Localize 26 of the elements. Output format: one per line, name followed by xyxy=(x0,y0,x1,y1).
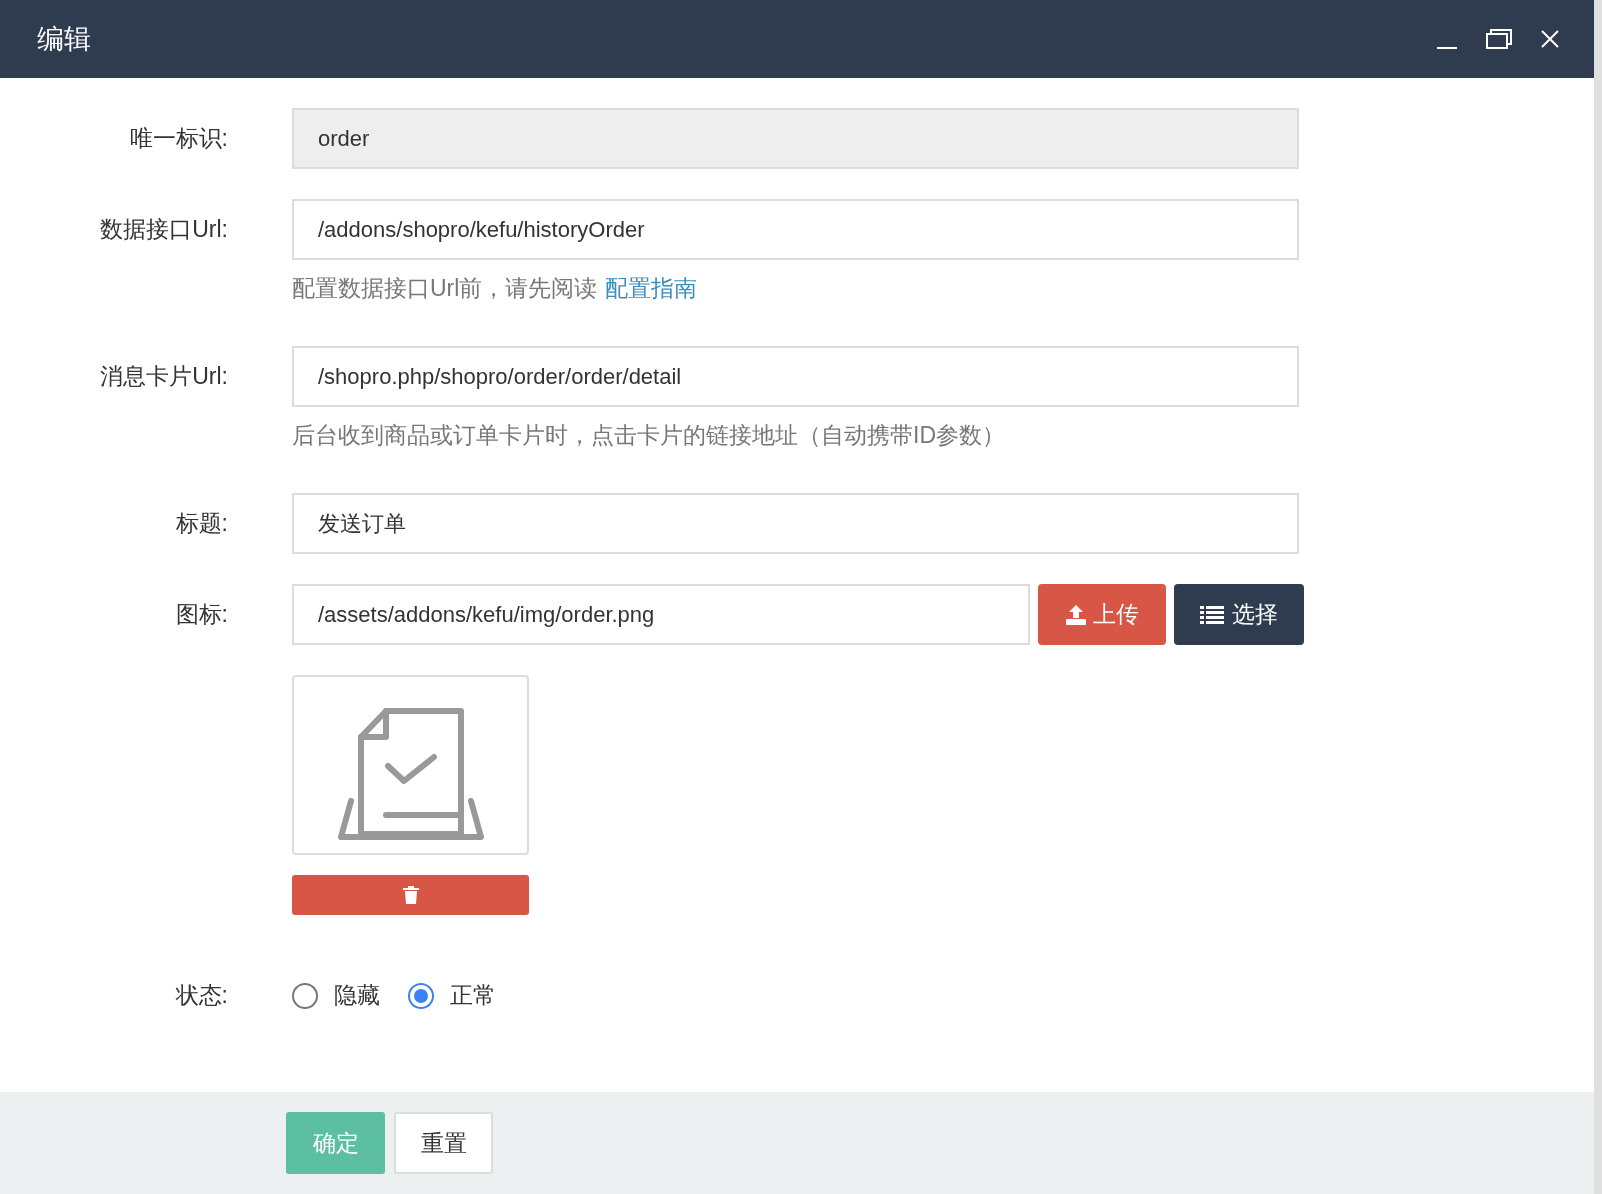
close-icon[interactable] xyxy=(1540,29,1560,49)
input-field[interactable]: /shopro.php/shopro/order/order/detail xyxy=(292,346,1299,407)
window-title: 编辑 xyxy=(37,22,91,56)
input-field[interactable]: /addons/shopro/kefu/historyOrder xyxy=(292,199,1299,260)
field-label: 标题: xyxy=(175,509,228,539)
upload-button[interactable]: 上传 xyxy=(1038,584,1166,645)
reset-button[interactable]: 重置 xyxy=(394,1112,493,1174)
field-label: 数据接口Url: xyxy=(100,215,228,245)
input-field[interactable]: /assets/addons/kefu/img/order.png xyxy=(292,584,1030,645)
radio-option[interactable]: 隐藏 xyxy=(292,978,380,1013)
trash-icon xyxy=(402,886,419,904)
radio-option[interactable]: 正常 xyxy=(408,978,496,1013)
field-label: 状态: xyxy=(175,981,228,1011)
radio-button[interactable] xyxy=(292,982,318,1009)
field-label: 图标: xyxy=(175,600,228,630)
field-label: 消息卡片Url: xyxy=(100,362,228,392)
help-text: 配置数据接口Url前，请先阅读 xyxy=(292,273,598,303)
restore-icon[interactable] xyxy=(1486,28,1512,50)
list-icon xyxy=(1200,604,1224,625)
help-text: 后台收到商品或订单卡片时，点击卡片的链接地址（自动携带ID参数） xyxy=(292,420,1005,450)
field-label: 唯一标识: xyxy=(129,124,228,154)
select-button[interactable]: 选择 xyxy=(1174,584,1304,645)
guide-link[interactable]: 配置指南 xyxy=(605,270,698,306)
input-field[interactable]: 发送订单 xyxy=(292,493,1299,554)
upload-icon xyxy=(1065,603,1087,626)
radio-button[interactable] xyxy=(408,982,434,1009)
